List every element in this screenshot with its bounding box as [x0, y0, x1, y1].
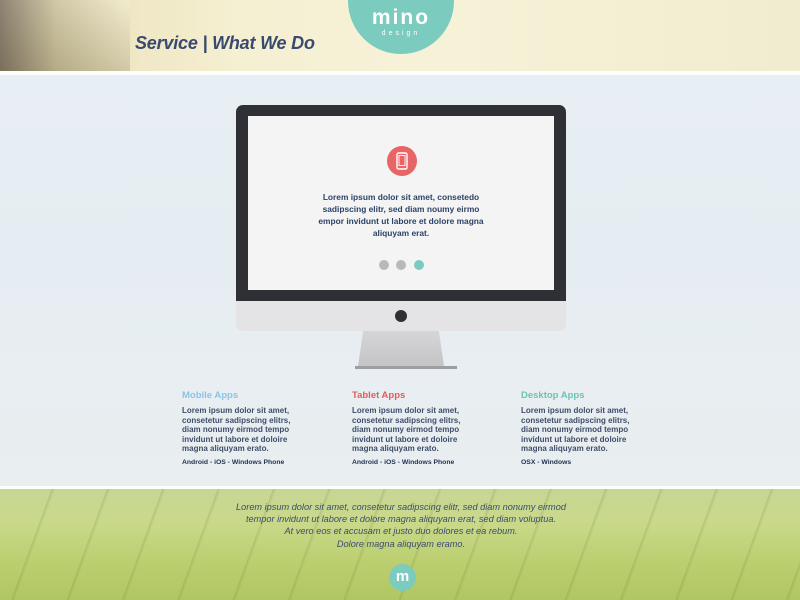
footer-line: Lorem ipsum dolor sit amet, consetetur s… [236, 502, 566, 512]
slider-dot-1[interactable] [379, 260, 389, 270]
slider-text: Lorem ipsum dolor sit amet, consetedo sa… [318, 192, 484, 238]
service-tablet: Tablet Apps Lorem ipsum dolor sit amet, … [352, 390, 472, 466]
page-title: Service | What We Do [135, 33, 315, 53]
monitor-stand-base [355, 366, 457, 369]
footer-line: Dolore magna aliquyam eramo. [336, 538, 466, 549]
logo-tagline: design [381, 30, 421, 37]
service-title[interactable]: Mobile Apps [182, 390, 302, 401]
service-description: Lorem ipsum dolor sit amet, consetetur s… [182, 406, 291, 454]
footer-line: At vero eos et accusam et justo duo dolo… [284, 526, 518, 537]
monitor-chin [236, 301, 566, 331]
slider-dot-2[interactable] [396, 260, 406, 270]
slider-dot-3[interactable] [414, 260, 424, 270]
slider-screen: Lorem ipsum dolor sit amet, consetedo sa… [248, 116, 554, 290]
footer-line: tempor invidunt ut labore et dolore magn… [245, 514, 556, 525]
service-platforms: Android - iOS - Windows Phone [352, 458, 455, 466]
service-title[interactable]: Desktop Apps [521, 390, 641, 401]
monitor-stand [358, 331, 444, 366]
footer-logo[interactable]: m [389, 564, 416, 591]
footer: Lorem ipsum dolor sit amet, consetetur s… [0, 489, 800, 600]
footer-text: Lorem ipsum dolor sit amet, consetetur s… [220, 501, 582, 550]
service-desktop: Desktop Apps Lorem ipsum dolor sit amet,… [521, 390, 641, 466]
service-platforms: Android - iOS - Windows Phone [182, 458, 285, 466]
tablet-icon [387, 146, 417, 176]
services-section: Lorem ipsum dolor sit amet, consetedo sa… [0, 75, 800, 487]
service-description: Lorem ipsum dolor sit amet, consetetur s… [352, 406, 461, 454]
monitor-button [395, 310, 407, 322]
monitor-frame: Lorem ipsum dolor sit amet, consetedo sa… [236, 105, 566, 301]
service-description: Lorem ipsum dolor sit amet, consetetur s… [521, 406, 630, 454]
logo-wordmark: mino [371, 6, 431, 29]
service-mobile: Mobile Apps Lorem ipsum dolor sit amet, … [182, 390, 302, 466]
service-platforms: OSX - Windows [521, 458, 572, 466]
service-title[interactable]: Tablet Apps [352, 390, 472, 401]
